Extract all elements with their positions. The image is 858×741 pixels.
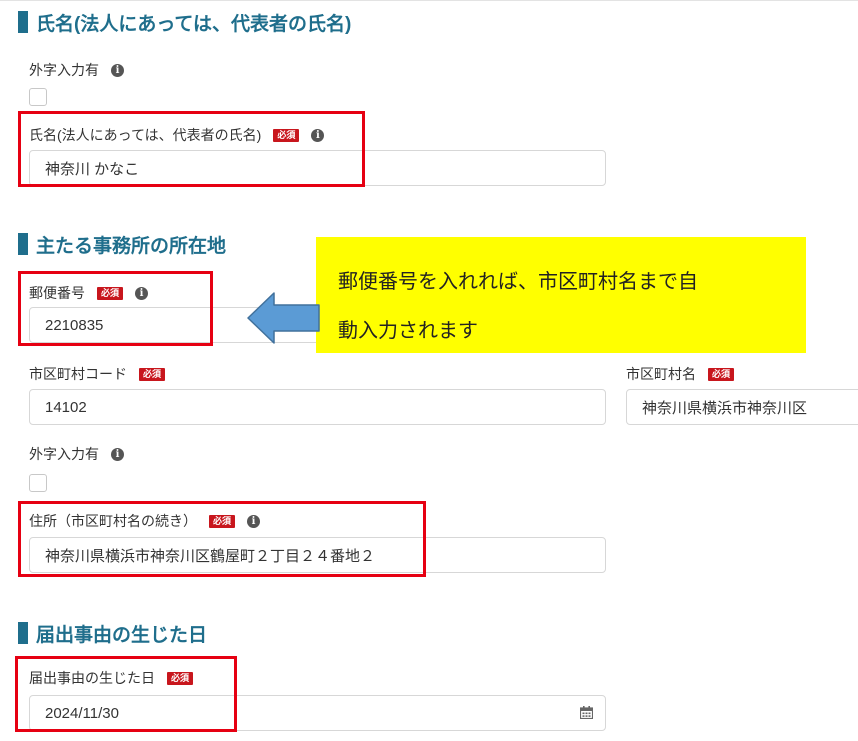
calendar-icon[interactable]: [580, 706, 593, 719]
section-title-date: 届出事由の生じた日: [18, 620, 207, 646]
city-code-input-value: 14102: [45, 398, 87, 416]
gaiji-checkbox[interactable]: [29, 88, 47, 106]
highlight-frame-postal: [18, 271, 213, 346]
gaiji-label-text: 外字入力有: [29, 62, 99, 78]
callout-box: 郵便番号を入れれば、市区町村名まで自 動入力されます: [316, 237, 806, 353]
city-code-label-text: 市区町村コード: [29, 366, 127, 382]
highlight-frame-date: [15, 656, 237, 732]
section-bar: [18, 11, 28, 33]
required-badge: 必須: [708, 367, 735, 381]
city-code-label: 市区町村コード 必須: [29, 364, 166, 384]
city-code-input[interactable]: 14102: [29, 389, 606, 425]
callout-line-1: 郵便番号を入れれば、市区町村名まで自: [338, 271, 698, 293]
info-circle-icon[interactable]: i: [111, 63, 124, 77]
required-badge: 必須: [139, 367, 166, 381]
info-circle-icon[interactable]: i: [111, 447, 124, 461]
section-title-office: 主たる事務所の所在地: [18, 231, 226, 257]
city-name-label-text: 市区町村名: [626, 366, 696, 382]
top-divider: [0, 0, 858, 1]
section-title-text: 氏名(法人にあっては、代表者の氏名): [36, 13, 352, 35]
section-bar: [18, 622, 28, 644]
section-bar: [18, 233, 28, 255]
section-title-text: 主たる事務所の所在地: [36, 235, 227, 257]
city-name-label: 市区町村名 必須: [626, 364, 735, 384]
gaiji-checkbox-2[interactable]: [29, 474, 47, 492]
highlight-frame-name: [18, 111, 365, 187]
city-name-input[interactable]: 神奈川県横浜市神奈川区: [626, 389, 858, 425]
section-title-text: 届出事由の生じた日: [36, 624, 208, 646]
section-title-name: 氏名(法人にあっては、代表者の氏名): [18, 9, 351, 35]
gaiji-label-2: 外字入力有 i: [29, 444, 124, 464]
gaiji-label-text: 外字入力有: [29, 446, 99, 462]
gaiji-label: 外字入力有 i: [29, 60, 124, 80]
city-name-input-value: 神奈川県横浜市神奈川区: [642, 399, 808, 417]
left-arrow-icon: [247, 292, 320, 344]
highlight-frame-address: [18, 501, 426, 577]
callout-line-2: 動入力されます: [338, 320, 478, 342]
